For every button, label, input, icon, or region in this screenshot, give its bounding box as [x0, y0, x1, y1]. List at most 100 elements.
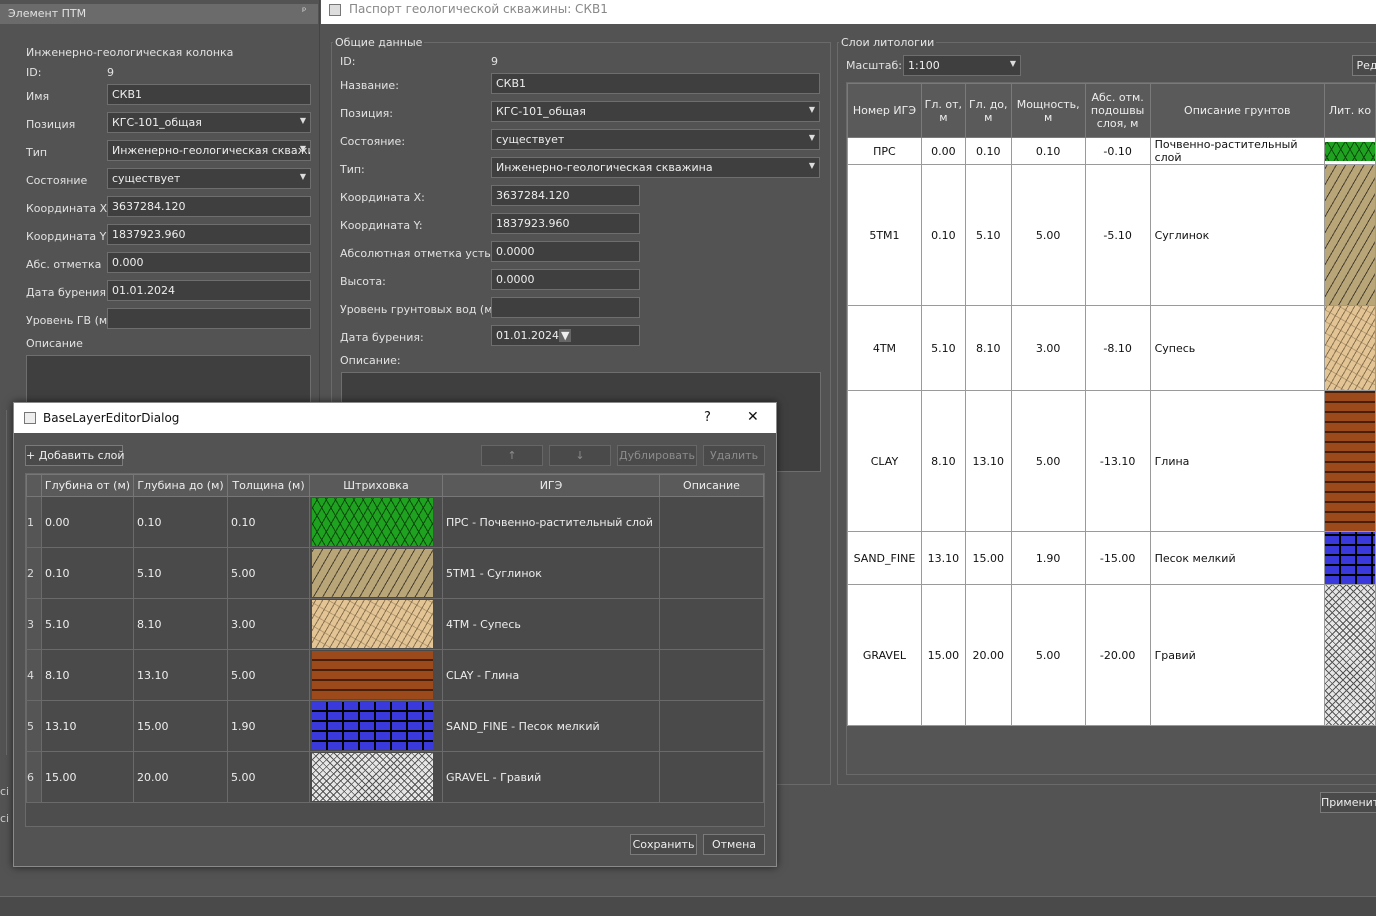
layers-cell-to[interactable]: 8.10	[133, 598, 228, 650]
layers-row[interactable]: 3 5.10 8.10 3.00 4ТМ - Супесь	[26, 598, 764, 650]
layers-cell-thick[interactable]: 1.90	[227, 700, 310, 752]
left-field-input[interactable]: СКВ1	[107, 84, 311, 105]
layers-cell-ige[interactable]: 4ТМ - Супесь	[442, 598, 660, 650]
layers-cell-to[interactable]: 5.10	[133, 547, 228, 599]
edit-button[interactable]: Ред	[1352, 55, 1376, 76]
hatch-cell[interactable]	[309, 496, 443, 548]
scale-combo[interactable]: 1:100 ▼	[903, 55, 1021, 76]
litology-header[interactable]: Описание грунтов	[1149, 83, 1325, 138]
litology-header[interactable]: Абс. отм. подошвы слоя, м	[1084, 83, 1151, 138]
layers-cell-from[interactable]: 13.10	[41, 700, 134, 752]
apply-button[interactable]: Применит	[1320, 792, 1376, 813]
litology-row[interactable]: 5ТМ1 0.10 5.10 5.00 -5.10 Суглинок	[847, 164, 1376, 306]
litology-row[interactable]: ПРС 0.00 0.10 0.10 -0.10 Почвенно-растительны…	[847, 137, 1376, 165]
layers-cell-desc[interactable]	[659, 547, 764, 599]
calendar-dropdown-icon[interactable]: ▼	[558, 329, 572, 342]
layers-cell-from[interactable]: 0.10	[41, 547, 134, 599]
delete-button[interactable]: Удалить	[703, 445, 765, 466]
litology-row[interactable]: GRAVEL 15.00 20.00 5.00 -20.00 Гравий	[847, 584, 1376, 726]
add-layer-button[interactable]: + Добавить слой	[25, 445, 125, 466]
left-field-input[interactable]	[107, 308, 311, 329]
passport-field-combo[interactable]: КГС-101_общая ▼	[491, 101, 820, 122]
layers-header[interactable]: Описание	[659, 474, 764, 497]
left-field-input[interactable]: 01.01.2024	[107, 280, 311, 301]
passport-field-input[interactable]: СКВ1	[491, 73, 820, 94]
litology-row[interactable]: CLAY 8.10 13.10 5.00 -13.10 Глина	[847, 390, 1376, 532]
left-field-input[interactable]: 1837923.960	[107, 224, 311, 245]
layers-cell-from[interactable]: 0.00	[41, 496, 134, 548]
hatch-cell[interactable]	[309, 751, 443, 803]
move-down-button[interactable]: ↓	[549, 445, 611, 466]
left-field-input[interactable]: 3637284.120	[107, 196, 311, 217]
close-icon[interactable]: ✕	[747, 409, 759, 425]
layers-cell-ige[interactable]: ПРС - Почвенно-растительный слой	[442, 496, 660, 548]
save-button[interactable]: Сохранить	[630, 834, 697, 855]
layers-cell-desc[interactable]	[659, 598, 764, 650]
layers-header[interactable]: ИГЭ	[442, 474, 660, 497]
field-value: 0.0000	[496, 245, 535, 258]
layers-row[interactable]: 6 15.00 20.00 5.00 GRAVEL - Гравий	[26, 751, 764, 803]
field-value: СКВ1	[112, 88, 143, 101]
layers-cell-desc[interactable]	[659, 496, 764, 548]
layers-cell-thick[interactable]: 3.00	[227, 598, 310, 650]
cancel-button[interactable]: Отмена	[703, 834, 765, 855]
litology-row[interactable]: 4ТМ 5.10 8.10 3.00 -8.10 Супесь	[847, 305, 1376, 391]
pin-icon[interactable]: ᵖ	[302, 6, 306, 17]
layers-cell-ige[interactable]: CLAY - Глина	[442, 649, 660, 701]
hatch-cell[interactable]	[309, 547, 443, 599]
passport-field-input[interactable]: 01.01.2024 ▼	[491, 325, 640, 346]
layers-cell-from[interactable]: 5.10	[41, 598, 134, 650]
layers-header[interactable]: Глубина от (м)	[41, 474, 134, 497]
id-value: 9	[107, 66, 114, 79]
layers-cell-thick[interactable]: 5.00	[227, 547, 310, 599]
layers-cell-to[interactable]: 15.00	[133, 700, 228, 752]
duplicate-button[interactable]: Дублировать	[617, 445, 697, 466]
hatch-cell[interactable]	[309, 700, 443, 752]
litology-header[interactable]: Гл. от, м	[920, 83, 966, 138]
layers-header[interactable]: Глубина до (м)	[133, 474, 228, 497]
layers-row[interactable]: 1 0.00 0.10 0.10 ПРС - Почвенно-растительный…	[26, 496, 764, 548]
litology-header[interactable]: Мощность, м	[1010, 83, 1086, 138]
passport-field-combo[interactable]: существует ▼	[491, 129, 820, 150]
layers-cell-to[interactable]: 13.10	[133, 649, 228, 701]
layers-cell-thick[interactable]: 5.00	[227, 751, 310, 803]
litology-header[interactable]: Гл. до, м	[964, 83, 1012, 138]
layers-cell-ige[interactable]: GRAVEL - Гравий	[442, 751, 660, 803]
layers-header[interactable]: Штриховка	[309, 474, 443, 497]
layers-cell-desc[interactable]	[659, 751, 764, 803]
left-desc-textarea[interactable]	[26, 355, 311, 405]
move-up-button[interactable]: ↑	[481, 445, 543, 466]
passport-field-input[interactable]: 1837923.960	[491, 213, 640, 234]
layers-cell-thick[interactable]: 5.00	[227, 649, 310, 701]
passport-field-input[interactable]: 0.0000	[491, 241, 640, 262]
layers-row[interactable]: 5 13.10 15.00 1.90 SAND_FINE - Песок мелкий	[26, 700, 764, 752]
layers-row[interactable]: 2 0.10 5.10 5.00 5ТМ1 - Суглинок	[26, 547, 764, 599]
layers-row[interactable]: 4 8.10 13.10 5.00 CLAY - Глина	[26, 649, 764, 701]
passport-field-input[interactable]	[491, 297, 640, 318]
layers-cell-from[interactable]: 15.00	[41, 751, 134, 803]
layers-cell-ige[interactable]: SAND_FINE - Песок мелкий	[442, 700, 660, 752]
litology-row[interactable]: SAND_FINE 13.10 15.00 1.90 -15.00 Песок мелки…	[847, 531, 1376, 585]
litology-header[interactable]: Лит. ко	[1323, 83, 1376, 138]
left-field-combo[interactable]: Инженерно-геологическая скважин ▼	[107, 140, 311, 161]
layers-header[interactable]: Толщина (м)	[227, 474, 310, 497]
left-field-combo[interactable]: КГС-101_общая ▼	[107, 112, 311, 133]
layers-cell-desc[interactable]	[659, 700, 764, 752]
hatch-pattern-supes	[1324, 306, 1375, 390]
passport-field-combo[interactable]: Инженерно-геологическая скважина ▼	[491, 157, 820, 178]
litology-cell-desc: Супесь	[1149, 305, 1325, 391]
passport-field-input[interactable]: 0.0000	[491, 269, 640, 290]
layers-cell-to[interactable]: 20.00	[133, 751, 228, 803]
help-icon[interactable]: ?	[704, 410, 711, 425]
layers-cell-from[interactable]: 8.10	[41, 649, 134, 701]
hatch-cell[interactable]	[309, 649, 443, 701]
left-field-combo[interactable]: существует ▼	[107, 168, 311, 189]
layers-cell-to[interactable]: 0.10	[133, 496, 228, 548]
passport-field-input[interactable]: 3637284.120	[491, 185, 640, 206]
layers-cell-desc[interactable]	[659, 649, 764, 701]
litology-header[interactable]: Номер ИГЭ	[847, 83, 922, 138]
hatch-cell[interactable]	[309, 598, 443, 650]
layers-cell-ige[interactable]: 5ТМ1 - Суглинок	[442, 547, 660, 599]
left-field-input[interactable]: 0.000	[107, 252, 311, 273]
layers-cell-thick[interactable]: 0.10	[227, 496, 310, 548]
